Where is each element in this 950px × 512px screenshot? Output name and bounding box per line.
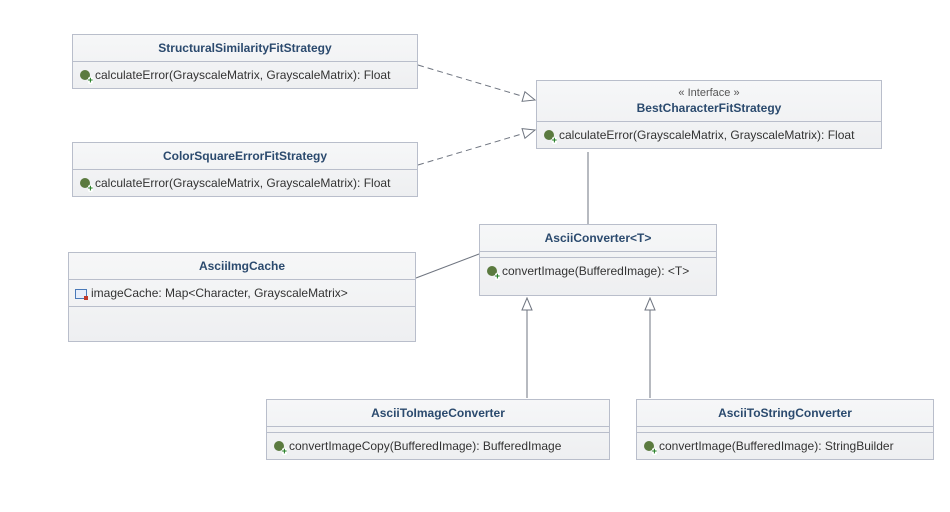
method-row: convertImageCopy(BufferedImage): Buffere… xyxy=(273,437,603,455)
method-signature: calculateError(GrayscaleMatrix, Grayscal… xyxy=(95,68,390,82)
field-row: imageCache: Map<Character, GrayscaleMatr… xyxy=(75,284,409,302)
method-row: calculateError(GrayscaleMatrix, Grayscal… xyxy=(543,126,875,144)
method-row: convertImage(BufferedImage): StringBuild… xyxy=(643,437,927,455)
method-icon xyxy=(543,129,555,141)
class-ascii-img-cache: AsciiImgCache imageCache: Map<Character,… xyxy=(68,252,416,342)
class-name: BestCharacterFitStrategy xyxy=(637,101,782,115)
method-signature: convertImage(BufferedImage): <T> xyxy=(502,264,689,278)
method-icon xyxy=(79,69,91,81)
class-title: « Interface » BestCharacterFitStrategy xyxy=(537,81,881,122)
method-row: calculateError(GrayscaleMatrix, Grayscal… xyxy=(79,66,411,84)
method-row: calculateError(GrayscaleMatrix, Grayscal… xyxy=(79,174,411,192)
method-signature: calculateError(GrayscaleMatrix, Grayscal… xyxy=(95,176,390,190)
class-title: ColorSquareErrorFitStrategy xyxy=(73,143,417,170)
method-icon xyxy=(486,265,498,277)
method-icon xyxy=(273,440,285,452)
method-signature: convertImage(BufferedImage): StringBuild… xyxy=(659,439,894,453)
method-icon xyxy=(643,440,655,452)
class-title: AsciiToStringConverter xyxy=(637,400,933,427)
class-ascii-to-string-converter: AsciiToStringConverter convertImage(Buff… xyxy=(636,399,934,460)
class-ascii-to-image-converter: AsciiToImageConverter convertImageCopy(B… xyxy=(266,399,610,460)
class-title: StructuralSimilarityFitStrategy xyxy=(73,35,417,62)
field-icon xyxy=(75,287,87,299)
class-ascii-converter: AsciiConverter<T> convertImage(BufferedI… xyxy=(479,224,717,296)
class-title: AsciiConverter<T> xyxy=(480,225,716,252)
class-title: AsciiImgCache xyxy=(69,253,415,280)
method-icon xyxy=(79,177,91,189)
stereotype-label: « Interface » xyxy=(547,87,871,99)
empty-compartment xyxy=(69,307,415,313)
class-title: AsciiToImageConverter xyxy=(267,400,609,427)
method-signature: convertImageCopy(BufferedImage): Buffere… xyxy=(289,439,561,453)
method-signature: calculateError(GrayscaleMatrix, Grayscal… xyxy=(559,128,854,142)
class-color-square-error: ColorSquareErrorFitStrategy calculateErr… xyxy=(72,142,418,197)
field-signature: imageCache: Map<Character, GrayscaleMatr… xyxy=(91,286,348,300)
class-structural-similarity: StructuralSimilarityFitStrategy calculat… xyxy=(72,34,418,89)
method-row: convertImage(BufferedImage): <T> xyxy=(486,262,710,280)
interface-best-character-fit: « Interface » BestCharacterFitStrategy c… xyxy=(536,80,882,149)
